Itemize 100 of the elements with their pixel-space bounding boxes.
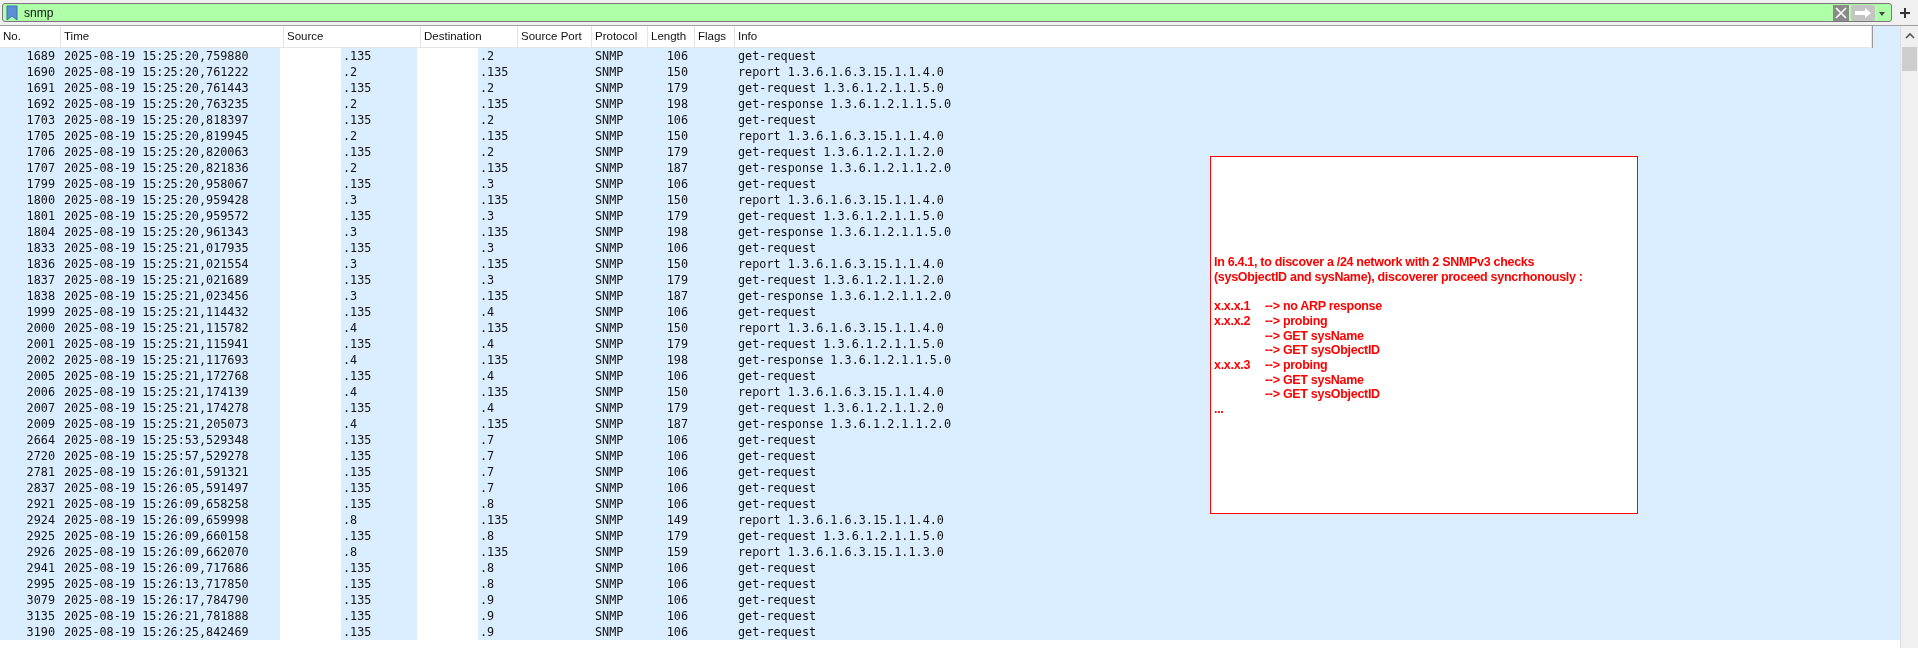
table-cell-text: .135 xyxy=(479,512,509,528)
table-cell-text: SNMP xyxy=(594,320,625,336)
column-header[interactable]: No. xyxy=(0,26,61,47)
table-cell-text: 1705 xyxy=(25,128,56,144)
table-cell-text: .135 xyxy=(479,160,509,176)
column-header[interactable]: Source Port xyxy=(518,26,592,47)
table-cell-text: .4 xyxy=(479,304,495,320)
table-cell-text: .2 xyxy=(479,80,495,96)
table-cell-text: 2025-08-19 15:26:09,660158 xyxy=(63,528,250,544)
table-cell-text: .2 xyxy=(342,160,358,176)
table-cell-text: SNMP xyxy=(594,464,625,480)
table-cell-text: 150 xyxy=(665,320,689,336)
table-cell-text: report 1.3.6.1.6.3.15.1.1.4.0 xyxy=(737,256,945,272)
table-cell-text: get-request xyxy=(737,576,818,592)
table-cell-text: report 1.3.6.1.6.3.15.1.1.4.0 xyxy=(737,128,945,144)
table-cell-text: 106 xyxy=(665,624,689,640)
table-cell-text: 2025-08-19 15:25:20,763235 xyxy=(63,96,250,112)
bookmark-icon[interactable] xyxy=(6,4,18,21)
table-cell-text: 2025-08-19 15:25:21,021554 xyxy=(63,256,250,272)
table-cell-text: .135 xyxy=(342,464,372,480)
table-cell-text: 1707 xyxy=(25,160,56,176)
scroll-up-icon[interactable] xyxy=(1904,32,1915,39)
table-cell-text: get-request 1.3.6.1.2.1.1.2.0 xyxy=(737,144,945,160)
table-cell-text: .4 xyxy=(479,368,495,384)
table-cell-text: .135 xyxy=(479,192,509,208)
table-cell-text: 1690 xyxy=(25,64,56,80)
table-cell-text: .3 xyxy=(479,208,495,224)
table-cell-text: 2006 xyxy=(25,384,56,400)
table-cell-text: SNMP xyxy=(594,336,625,352)
table-cell-text: get-request xyxy=(737,608,818,624)
packet-row[interactable]: 1706 2025-08-19 15:25:20,820063 .135 .2 SNMP 179 get-request 1.3.6.1.2.1.1.2.0 xyxy=(0,144,1900,160)
table-cell-text: .135 xyxy=(342,368,372,384)
table-cell-text: 1838 xyxy=(25,288,56,304)
table-cell-text: 3135 xyxy=(25,608,56,624)
packet-row[interactable]: 1689 2025-08-19 15:25:20,759880 .135 .2 SNMP 106 get-request xyxy=(0,48,1900,64)
table-cell-text: get-request xyxy=(737,112,818,128)
table-cell-text: .7 xyxy=(479,432,495,448)
table-cell-text: 1692 xyxy=(25,96,56,112)
table-cell-text: get-request xyxy=(737,448,818,464)
packet-row[interactable]: 1691 2025-08-19 15:25:20,761443 .135 .2 SNMP 179 get-request 1.3.6.1.2.1.1.5.0 xyxy=(0,80,1900,96)
packet-row[interactable]: 1705 2025-08-19 15:25:20,819945 .2 .135 SNMP 150 report 1.3.6.1.6.3.15.1.1.4.0 xyxy=(0,128,1900,144)
packet-row[interactable]: 3135 2025-08-19 15:26:21,781888 .135 .9 SNMP 106 get-request xyxy=(0,608,1900,624)
table-cell-text: .4 xyxy=(479,336,495,352)
table-cell-text: 2025-08-19 15:25:20,958067 xyxy=(63,176,250,192)
table-cell-text: .135 xyxy=(479,128,509,144)
scroll-thumb[interactable] xyxy=(1902,47,1917,71)
column-header[interactable]: Time xyxy=(61,26,284,47)
table-cell-text: SNMP xyxy=(594,512,625,528)
table-cell-text: 2025-08-19 15:25:20,820063 xyxy=(63,144,250,160)
table-cell-text: 2924 xyxy=(25,512,56,528)
table-cell-text: 159 xyxy=(665,544,689,560)
table-cell-text: .7 xyxy=(479,480,495,496)
table-cell-text: 2025-08-19 15:26:25,842469 xyxy=(63,624,250,640)
table-cell-text: 106 xyxy=(665,576,689,592)
table-cell-text: get-request xyxy=(737,464,818,480)
table-cell-text: 106 xyxy=(665,608,689,624)
packet-row[interactable]: 3190 2025-08-19 15:26:25,842469 .135 .9 SNMP 106 get-request xyxy=(0,624,1900,640)
table-cell-text: 106 xyxy=(665,48,689,64)
table-cell-text: .8 xyxy=(479,496,495,512)
table-cell-text: 2025-08-19 15:26:21,781888 xyxy=(63,608,250,624)
table-cell-text: 2025-08-19 15:25:57,529278 xyxy=(63,448,250,464)
table-cell-text: 2781 xyxy=(25,464,56,480)
table-cell-text: get-response 1.3.6.1.2.1.1.5.0 xyxy=(737,352,953,368)
table-cell-text: 2025-08-19 15:25:21,023456 xyxy=(63,288,250,304)
table-cell-text: SNMP xyxy=(594,224,625,240)
clear-icon[interactable] xyxy=(1833,4,1849,21)
table-cell-text: 2025-08-19 15:25:21,172768 xyxy=(63,368,250,384)
packet-row[interactable]: 1703 2025-08-19 15:25:20,818397 .135 .2 SNMP 106 get-request xyxy=(0,112,1900,128)
table-cell-text: SNMP xyxy=(594,160,625,176)
table-cell-text: 2025-08-19 15:25:20,759880 xyxy=(63,48,250,64)
table-cell-text: SNMP xyxy=(594,352,625,368)
table-cell-text: 187 xyxy=(665,288,689,304)
packet-row[interactable]: 1692 2025-08-19 15:25:20,763235 .2 .135 SNMP 198 get-response 1.3.6.1.2.1.1.5.0 xyxy=(0,96,1900,112)
packet-row[interactable]: 2941 2025-08-19 15:26:09,717686 .135 .8 SNMP 106 get-request xyxy=(0,560,1900,576)
packet-row[interactable]: 3079 2025-08-19 15:26:17,784790 .135 .9 SNMP 106 get-request xyxy=(0,592,1900,608)
table-cell-text: 1801 xyxy=(25,208,56,224)
packet-row[interactable]: 2924 2025-08-19 15:26:09,659998 .8 .135 SNMP 149 report 1.3.6.1.6.3.15.1.1.4.0 xyxy=(0,512,1900,528)
table-cell-text: .4 xyxy=(479,400,495,416)
column-header[interactable]: Flags xyxy=(695,26,735,47)
packet-row[interactable]: 2926 2025-08-19 15:26:09,662070 .8 .135 SNMP 159 report 1.3.6.1.6.3.15.1.1.3.0 xyxy=(0,544,1900,560)
table-cell-text: 2002 xyxy=(25,352,56,368)
vertical-scrollbar[interactable] xyxy=(1900,26,1918,648)
table-cell-text: SNMP xyxy=(594,400,625,416)
table-cell-text: .135 xyxy=(342,80,372,96)
table-cell-text: get-request xyxy=(737,368,818,384)
add-icon[interactable] xyxy=(1900,7,1910,18)
column-header[interactable]: Destination xyxy=(421,26,518,47)
column-header[interactable]: Protocol xyxy=(592,26,648,47)
column-header[interactable]: Length xyxy=(648,26,695,47)
table-cell-text: 106 xyxy=(665,592,689,608)
table-cell-text: .3 xyxy=(342,256,358,272)
packet-row[interactable]: 1690 2025-08-19 15:25:20,761222 .2 .135 SNMP 150 report 1.3.6.1.6.3.15.1.1.4.0 xyxy=(0,64,1900,80)
table-cell-text: 2025-08-19 15:25:21,205073 xyxy=(63,416,250,432)
display-filter-field[interactable]: snmp xyxy=(2,3,1892,22)
table-cell-text: .2 xyxy=(479,112,495,128)
table-cell-text: SNMP xyxy=(594,528,625,544)
table-cell-text: get-request xyxy=(737,592,818,608)
packet-row[interactable]: 2925 2025-08-19 15:26:09,660158 .135 .8 SNMP 179 get-request 1.3.6.1.2.1.1.5.0 xyxy=(0,528,1900,544)
column-header[interactable]: Source xyxy=(284,26,421,47)
packet-row[interactable]: 2995 2025-08-19 15:26:13,717850 .135 .8 SNMP 106 get-request xyxy=(0,576,1900,592)
